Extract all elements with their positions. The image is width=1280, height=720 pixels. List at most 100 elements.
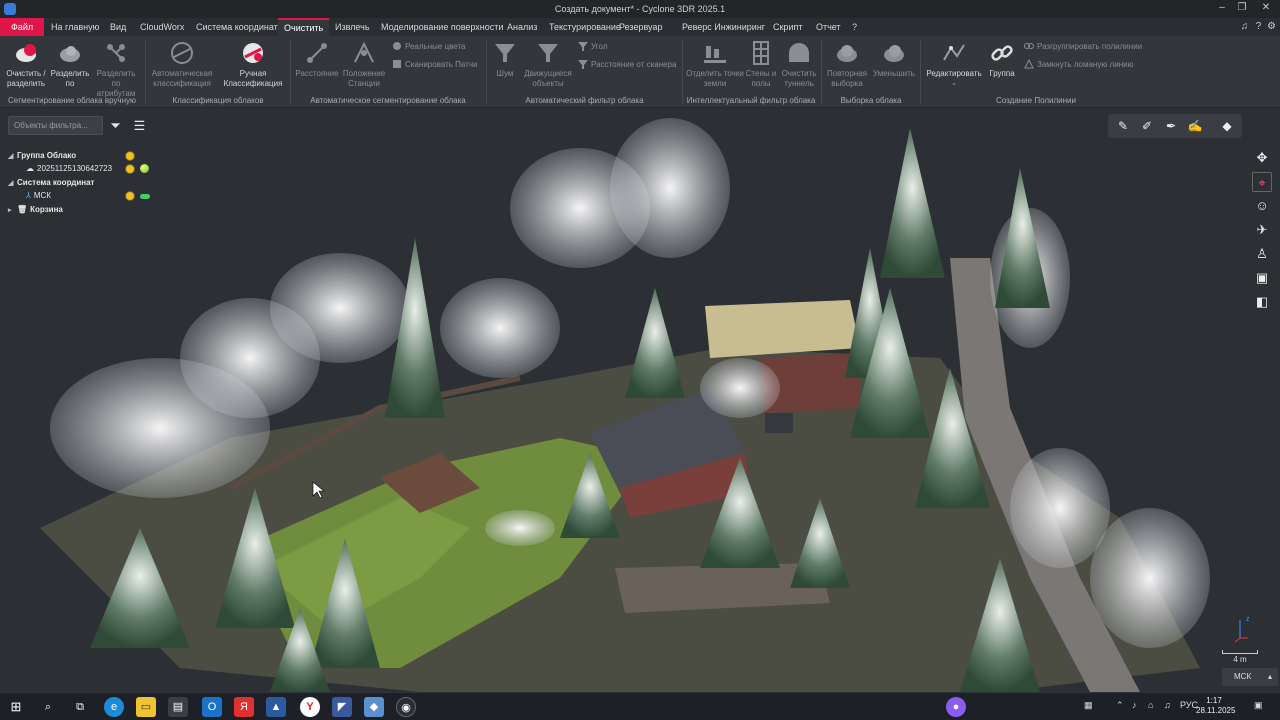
tree-item-trash[interactable]: ▸ 🗑 Корзина [8, 204, 63, 216]
select-add-icon[interactable]: ✎ [1114, 117, 1132, 135]
gear-icon[interactable]: ⚙ [1265, 20, 1278, 33]
ground-points-button[interactable]: Отделить точки земли [684, 40, 746, 89]
visibility-sun-icon[interactable] [126, 192, 134, 200]
toggle-pill-icon[interactable] [140, 194, 150, 199]
person-icon[interactable]: ♙ [1252, 244, 1272, 264]
volume-icon[interactable]: ♫ [1164, 700, 1171, 710]
3d-viewport[interactable]: z Объекты фильтра... ⏷ ☰ ◢ Группа Облако … [0, 108, 1280, 692]
group-polyline-button[interactable]: Группа [984, 40, 1020, 79]
notification-icon[interactable]: ▣ [1254, 700, 1263, 711]
menu-analysis[interactable]: Анализ [501, 18, 543, 36]
store-icon[interactable]: ▤ [168, 697, 188, 717]
distance-label: Расстояние [295, 69, 339, 78]
clock[interactable]: 1:17 28.11.2025 [1196, 696, 1235, 716]
tree-item-msk[interactable]: ⅄ МСК [26, 190, 51, 202]
menu-tank[interactable]: Резервуар [613, 18, 668, 36]
tree-item-cloud-group[interactable]: ◢ Группа Облако [8, 150, 76, 162]
object-tree-panel: Объекты фильтра... ⏷ ☰ ◢ Группа Облако ☁ 2… [8, 116, 153, 216]
real-colors-label: Реальные цвета [405, 42, 466, 51]
scale-bar: 4 m [1222, 650, 1258, 664]
scan-patches-button[interactable]: Сканировать Патчи [392, 59, 478, 71]
tree-item-cloud[interactable]: ☁ 20251125130642723 [26, 163, 112, 175]
menu-coordinate-system[interactable]: Система координат [190, 18, 284, 36]
menu-help[interactable]: ? [846, 18, 863, 36]
walk-icon[interactable]: ☺ [1252, 196, 1272, 216]
clip-box-icon[interactable]: ◧ [1252, 292, 1272, 312]
reduce-button[interactable]: Уменьшить [870, 40, 918, 79]
object-filter-input[interactable]: Объекты фильтра... [8, 116, 103, 135]
assistant-icon[interactable]: ● [946, 697, 966, 717]
outlook-icon[interactable]: O [202, 697, 222, 717]
app-icon[interactable]: ◤ [332, 697, 352, 717]
app-icon[interactable]: ▲ [266, 697, 286, 717]
app-icon[interactable]: ◉ [396, 697, 416, 717]
resample-button[interactable]: Повторная выборка [824, 40, 870, 89]
expand-arrow-icon[interactable]: ◢ [8, 151, 17, 163]
scale-line [1222, 650, 1258, 654]
menu-home[interactable]: На главную [45, 18, 105, 36]
split-by-attributes-button[interactable]: Разделить по атрибутам [92, 40, 140, 99]
menu-surface-modeling[interactable]: Моделирование поверхности [375, 18, 509, 36]
edge-browser-icon[interactable]: e [104, 697, 124, 717]
select-remove-icon[interactable]: ✐ [1138, 117, 1156, 135]
maximize-button[interactable]: ❐ [1232, 1, 1252, 17]
manual-classification-button[interactable]: Ручная Классификация [220, 40, 286, 89]
menu-icon[interactable]: ☰ [132, 118, 147, 133]
visibility-sun-icon[interactable] [126, 152, 134, 160]
file-explorer-icon[interactable]: ▭ [136, 697, 156, 717]
scanner-distance-button[interactable]: Расстояние от сканера [578, 59, 676, 71]
tree-item-coordinate-system[interactable]: ◢ Система координат [8, 177, 94, 189]
station-position-button[interactable]: Положение Станции [340, 40, 388, 89]
coordinate-system-selector[interactable]: МСК ▴ [1222, 668, 1278, 686]
menu-clean[interactable]: Очистить [278, 18, 330, 36]
menu-report[interactable]: Отчет [810, 18, 847, 36]
ungroup-polylines-button[interactable]: Разгруппировать полилинии [1024, 41, 1142, 53]
expand-arrow-icon[interactable]: ◢ [8, 178, 17, 190]
network-icon[interactable]: ⌂ [1148, 700, 1153, 710]
select-brush-icon[interactable]: ✍ [1186, 117, 1204, 135]
menu-extract[interactable]: Извлечь [329, 18, 376, 36]
windows-start-icon[interactable]: ⊞ [6, 697, 26, 717]
task-view-icon[interactable]: ⧉ [70, 697, 90, 717]
eraser-icon[interactable]: ◆ [1218, 117, 1236, 135]
close-polyline-button[interactable]: Замкнуть ломаную линию [1024, 58, 1134, 71]
search-icon[interactable]: ⌕ [38, 697, 58, 717]
select-lasso-icon[interactable]: ✒ [1162, 117, 1180, 135]
clean-split-button[interactable]: Очистить / разделить [4, 40, 48, 89]
moving-objects-button[interactable]: Движущиеся объекты [522, 40, 574, 89]
real-colors-button[interactable]: Реальные цвета [392, 41, 466, 53]
minimize-button[interactable]: – [1212, 1, 1232, 17]
split-by-button[interactable]: Разделить по [50, 40, 90, 89]
menu-reverse-engineering[interactable]: Реверс Инжиниринг [676, 18, 771, 36]
close-button[interactable]: ✕ [1256, 1, 1276, 17]
visibility-sun-icon[interactable] [126, 165, 134, 173]
keyboard-icon[interactable]: ▦ [1084, 700, 1093, 711]
filter-icon[interactable]: ⏷ [108, 118, 123, 133]
auto-classification-button[interactable]: Автоматическая классификация [150, 40, 214, 89]
color-ball-icon[interactable] [140, 164, 149, 173]
noise-button[interactable]: Шум [490, 40, 520, 79]
distance-button[interactable]: Расстояние [294, 40, 340, 79]
angle-button[interactable]: Угол [578, 41, 607, 53]
cube-view-icon[interactable]: ▣ [1252, 268, 1272, 288]
orbit-icon[interactable]: ⌖ [1252, 172, 1272, 192]
menu-file[interactable]: Файл [0, 18, 45, 36]
yandex-icon[interactable]: Я [234, 697, 254, 717]
menu-script[interactable]: Скрипт [767, 18, 808, 36]
cyclone-3dr-icon[interactable]: ◆ [364, 697, 384, 717]
tunnel-icon [789, 43, 809, 62]
menu-cloudworx[interactable]: CloudWorx [134, 18, 190, 36]
walls-floors-button[interactable]: Стены и полы [744, 40, 778, 89]
edit-polyline-button[interactable]: Редактировать ⌄ [924, 40, 984, 89]
menu-view[interactable]: Вид [104, 18, 132, 36]
help-icon[interactable]: ? [1252, 20, 1265, 33]
bell-icon[interactable]: ♫ [1238, 20, 1251, 33]
collapsed-arrow-icon[interactable]: ▸ [8, 205, 17, 217]
pan-icon[interactable]: ✥ [1252, 148, 1272, 168]
tree-item-label: 20251125130642723 [37, 164, 113, 173]
chevron-up-icon[interactable]: ⌃ [1116, 700, 1124, 711]
microphone-icon[interactable]: ♪ [1132, 700, 1137, 710]
fly-icon[interactable]: ✈ [1252, 220, 1272, 240]
clean-tunnel-button[interactable]: Очистить туннель [780, 40, 818, 89]
yandex-browser-icon[interactable]: Y [300, 697, 320, 717]
